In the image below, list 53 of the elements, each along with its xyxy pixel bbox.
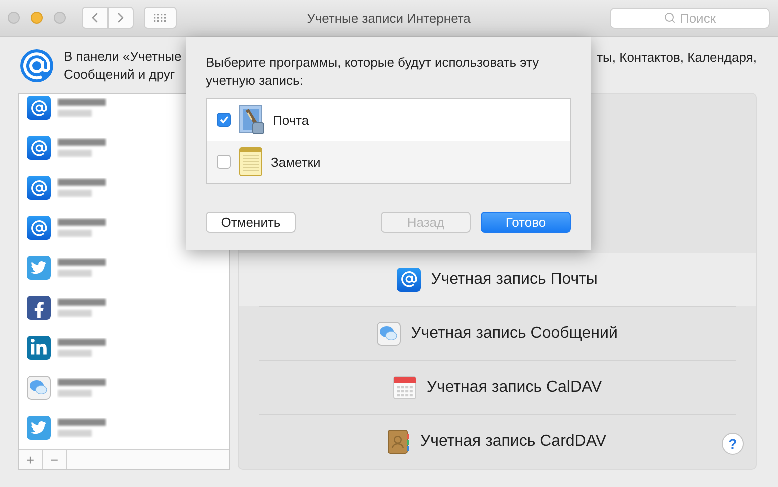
provider-option[interactable]: Учетная запись Сообщений [411, 324, 618, 342]
at-sign-icon [20, 49, 54, 83]
intro-text: Сообщений и друг [64, 66, 176, 84]
blurred-text-drawing [57, 418, 107, 438]
app-name: Заметки [271, 154, 321, 170]
app-name: Почта [273, 112, 310, 128]
blurred-text-drawing [57, 338, 107, 358]
minimize-button[interactable] [31, 12, 43, 24]
provider-option[interactable]: Учетная запись Почты [431, 270, 598, 288]
at-sign-icon [27, 136, 51, 160]
address-book-icon [388, 430, 410, 454]
blurred-text-drawing [57, 98, 107, 118]
sheet-prompt: Выберите программы, которые будут использовать эту учетную запись: [206, 54, 540, 90]
intro-text: В панели «Учетные [64, 48, 182, 66]
stamp-icon [239, 105, 265, 135]
search-field[interactable]: Поиск [610, 8, 770, 28]
back-button[interactable] [82, 7, 108, 29]
chat-bubbles-icon [377, 322, 402, 346]
chat-bubbles-icon [27, 376, 51, 400]
close-button[interactable] [8, 12, 20, 24]
calendar-icon [392, 376, 417, 400]
add-button[interactable]: + [19, 450, 43, 469]
provider-option[interactable]: Учетная запись CardDAV [420, 432, 607, 450]
help-button[interactable]: ? [722, 433, 744, 455]
zoom-button[interactable] [54, 12, 66, 24]
at-sign-icon [397, 268, 422, 292]
blurred-text-drawing [57, 378, 107, 398]
forward-button[interactable] [108, 7, 134, 29]
grid-icon [154, 14, 167, 22]
blurred-text-drawing [57, 218, 107, 238]
blurred-text-drawing [57, 138, 107, 158]
at-sign-icon [27, 216, 51, 240]
sheet-button[interactable]: Отменить [206, 212, 296, 233]
provider-option[interactable]: Учетная запись CalDAV [426, 378, 602, 396]
blurred-text-drawing [57, 298, 107, 318]
checkmark-icon [220, 116, 228, 124]
notepad-icon [239, 147, 263, 177]
in-logo-icon [27, 336, 51, 360]
at-sign-icon [27, 176, 51, 200]
window-title: Учетные записи Интернета [307, 10, 471, 26]
bird-icon [27, 256, 51, 280]
blurred-text-drawing [57, 258, 107, 278]
bird-icon [27, 416, 51, 440]
blurred-text-drawing [57, 178, 107, 198]
sheet-button[interactable]: Готово [481, 212, 571, 233]
remove-button[interactable]: − [43, 450, 67, 469]
letter-f-icon [27, 296, 51, 320]
show-all-button[interactable] [144, 7, 177, 29]
search-icon [664, 12, 676, 24]
intro-text: ты, Контактов, Календаря, [597, 50, 757, 65]
app-checkbox[interactable] [217, 155, 231, 169]
at-sign-icon [27, 96, 51, 120]
app-checkbox[interactable] [217, 113, 231, 127]
